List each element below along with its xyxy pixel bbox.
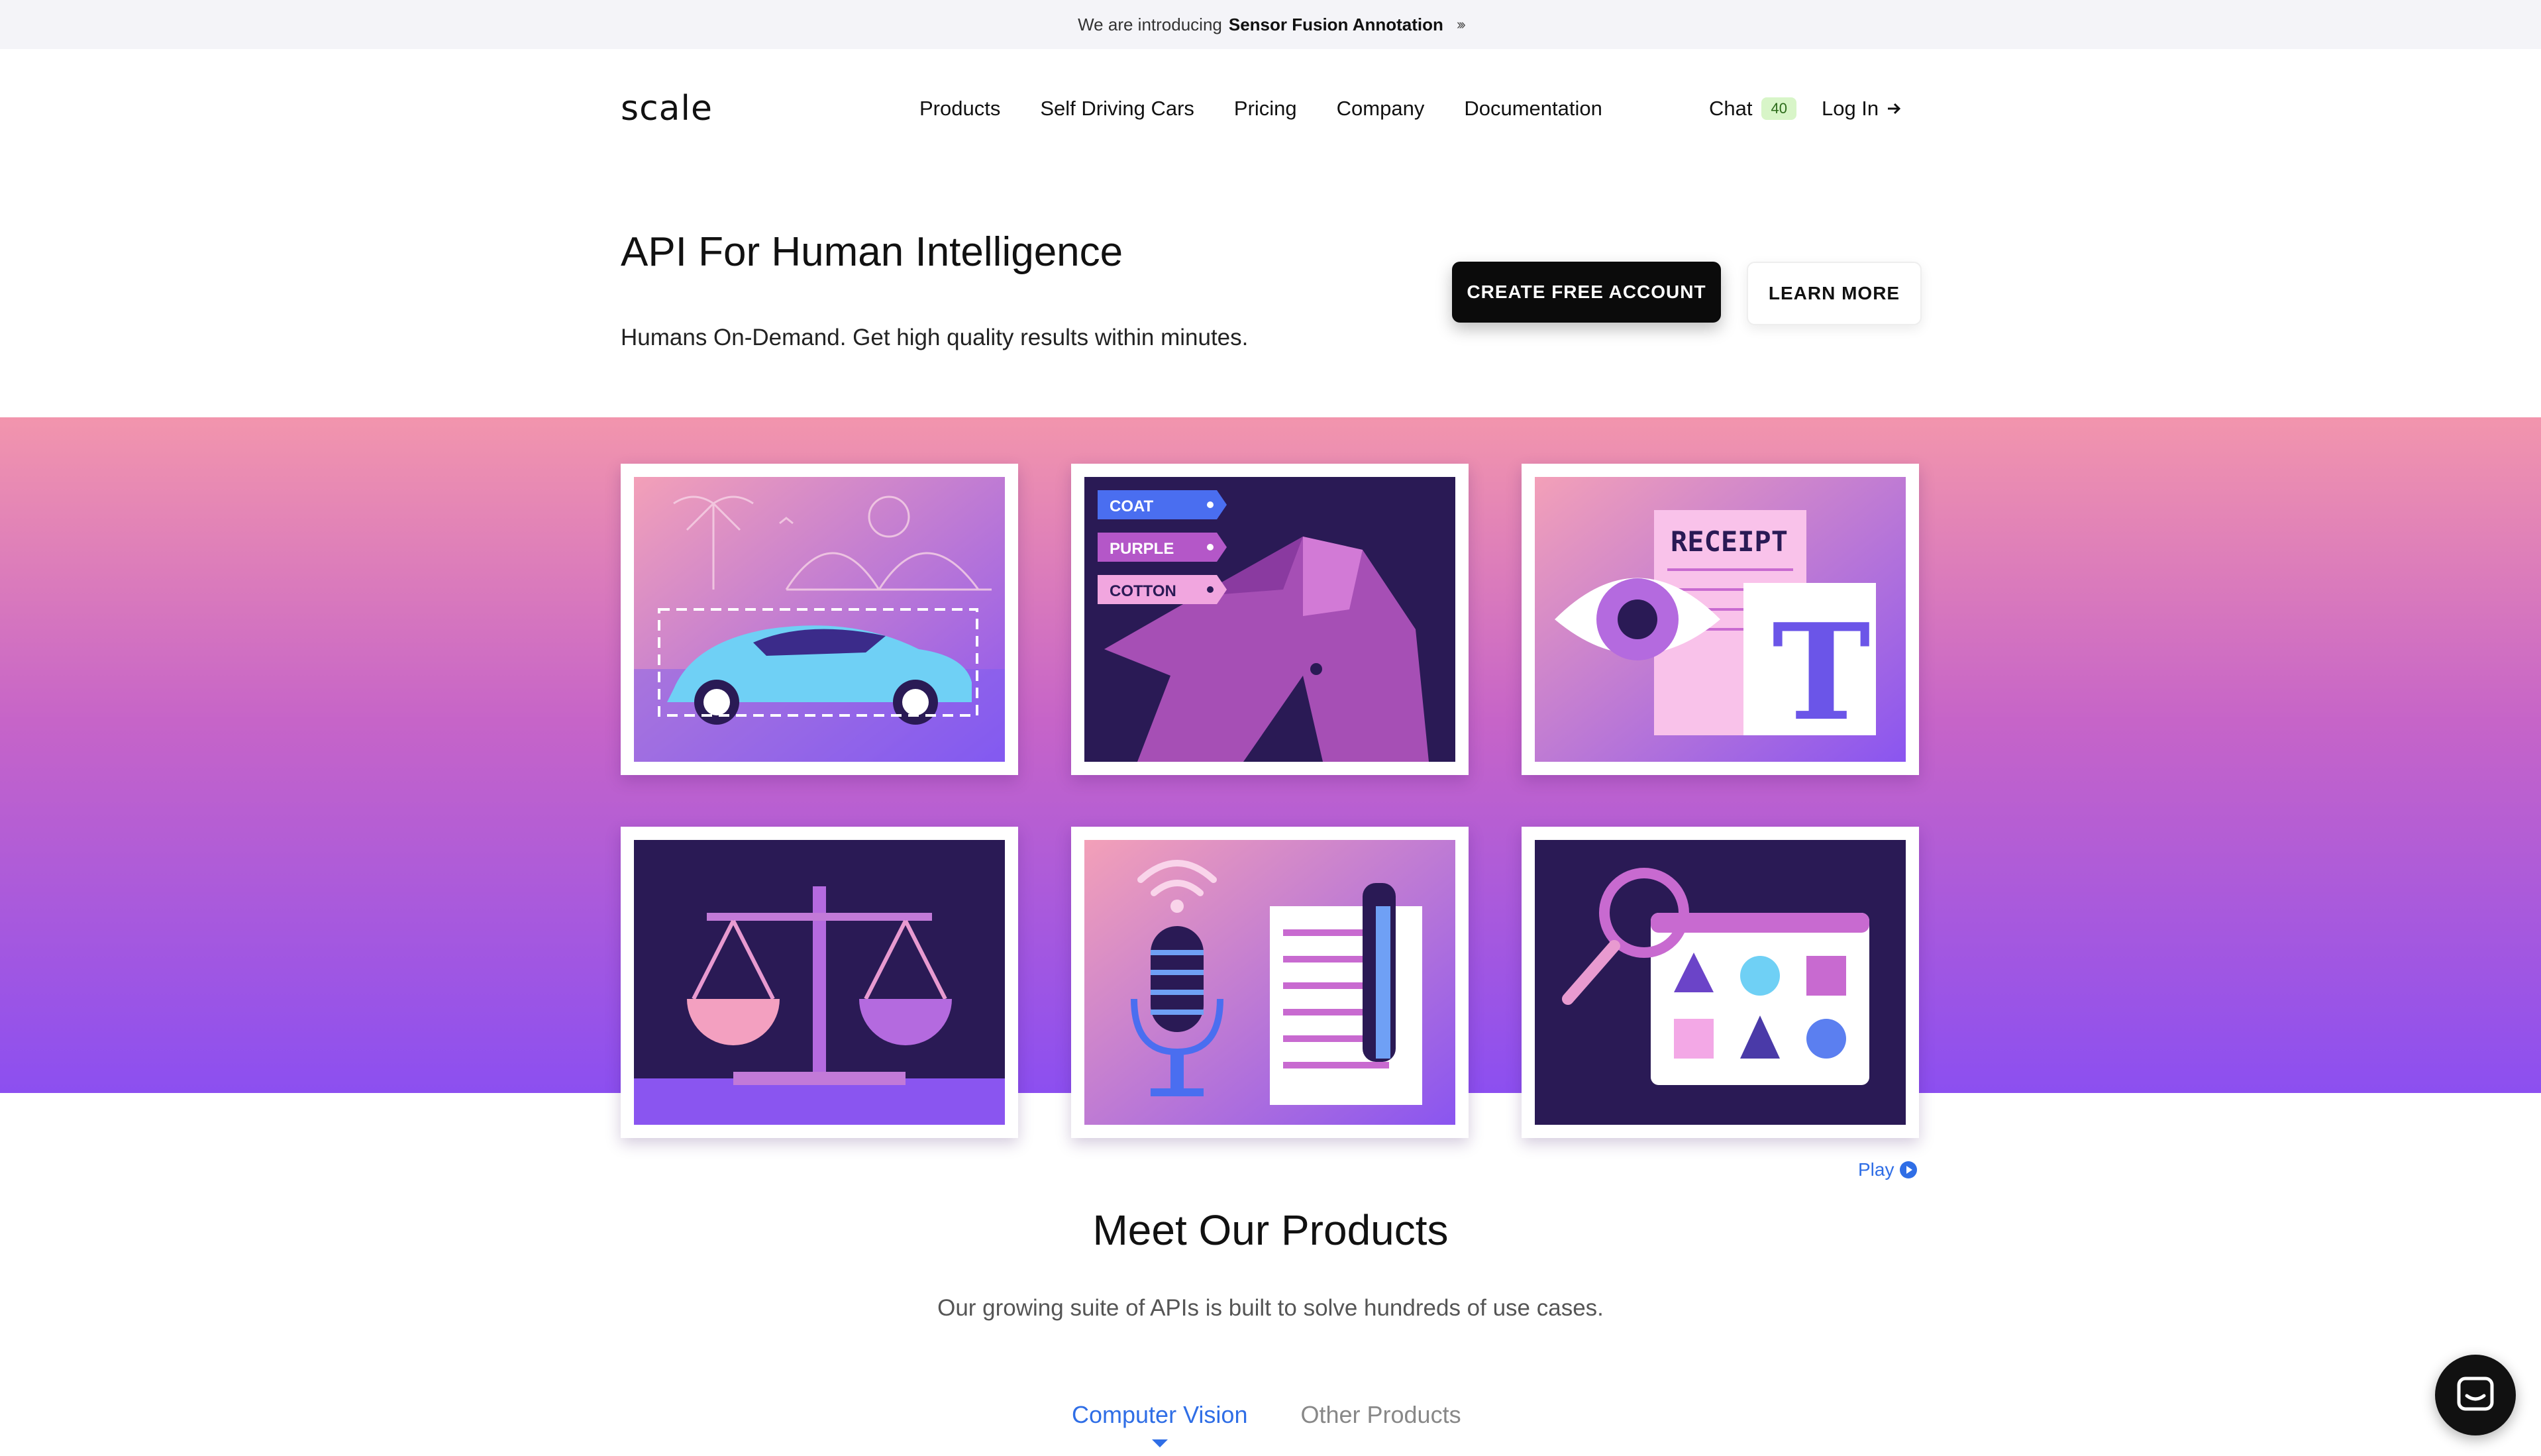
receipt-ocr-illustration: RECEIPT T [1535,477,1906,762]
nav-item-documentation[interactable]: Documentation [1464,97,1602,121]
receipt-label: RECEIPT [1671,525,1788,558]
tab-other-products[interactable]: Other Products [1300,1401,1461,1429]
tag-purple: PURPLE [1110,540,1174,558]
login-link[interactable]: Log In [1822,97,1902,121]
nav-item-self-driving-cars[interactable]: Self Driving Cars [1040,97,1194,121]
chat-count-badge: 40 [1761,97,1796,120]
learn-more-button[interactable]: LEARN MORE [1747,262,1922,325]
illustration-card-receipt: RECEIPT T [1522,464,1919,775]
triple-chevron-icon: ››› [1456,16,1466,32]
announcement-bar[interactable]: We are introducing Sensor Fusion Annotat… [0,0,2541,49]
illustration-card-car [621,464,1018,775]
play-link[interactable]: Play [1858,1159,1918,1180]
product-tabs: Computer Vision Other Products [1072,1401,1461,1429]
play-circle-icon [1900,1161,1918,1178]
logo[interactable]: scale [621,89,713,129]
image-search-illustration [1535,840,1906,1125]
nav-item-pricing[interactable]: Pricing [1234,97,1297,121]
letter-t: T [1772,595,1871,751]
hero-title: API For Human Intelligence [621,229,1123,275]
create-account-button[interactable]: CREATE FREE ACCOUNT [1452,262,1721,323]
illustration-card-search [1522,827,1919,1138]
illustration-card-coat: COAT PURPLE COTTON [1071,464,1469,775]
tab-computer-vision[interactable]: Computer Vision [1072,1401,1247,1429]
nav-right: Chat 40 Log In [1709,97,1902,121]
play-label: Play [1858,1159,1894,1180]
tag-cotton: COTTON [1110,582,1176,600]
main-menu: Products Self Driving Cars Pricing Compa… [919,97,1602,121]
chat-widget-button[interactable] [2435,1355,2516,1435]
top-nav: scale Products Self Driving Cars Pricing… [0,49,2541,168]
hero-subtitle: Humans On-Demand. Get high quality resul… [621,325,1249,350]
illustration-card-audio [1071,827,1469,1138]
login-label: Log In [1821,97,1879,120]
nav-item-company[interactable]: Company [1337,97,1425,121]
chat-link[interactable]: Chat [1709,97,1752,121]
car-annotation-illustration [634,477,1005,762]
tag-coat: COAT [1110,497,1154,515]
arrow-right-icon [1888,103,1901,115]
products-title: Meet Our Products [1092,1206,1449,1254]
announcement-prefix: We are introducing [1078,14,1222,34]
balance-scale-illustration [634,840,1005,1125]
products-subtitle: Our growing suite of APIs is built to so… [937,1295,1604,1321]
illustration-card-scales [621,827,1018,1138]
audio-transcription-illustration [1084,840,1455,1125]
coat-tagging-illustration: COAT PURPLE COTTON [1084,477,1455,762]
nav-item-products[interactable]: Products [919,97,1000,121]
chat-bubble-icon [2457,1377,2494,1411]
announcement-highlight[interactable]: Sensor Fusion Annotation [1229,15,1443,35]
